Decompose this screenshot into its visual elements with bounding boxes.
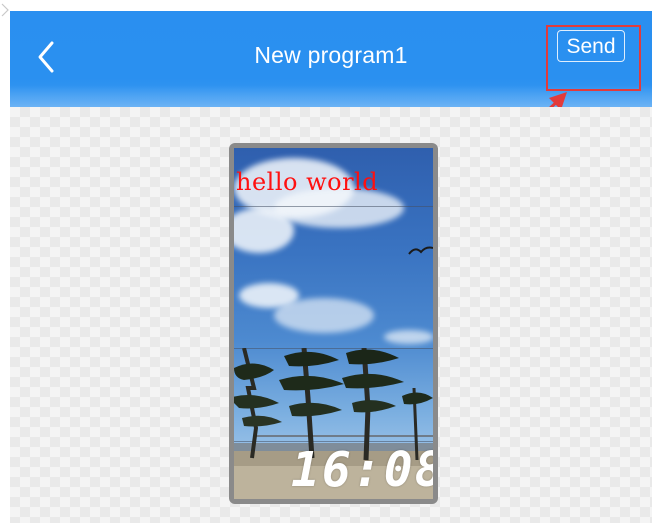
clock-zone[interactable]: 16:08 bbox=[291, 445, 433, 495]
cloud-decoration bbox=[274, 298, 374, 333]
text-zone[interactable]: hello world bbox=[236, 168, 378, 196]
corner-mark-icon bbox=[1, 3, 9, 17]
zone-divider bbox=[234, 206, 433, 207]
send-highlight-box bbox=[546, 25, 641, 91]
preview-screen: hello world 16:08 bbox=[234, 148, 433, 499]
program-preview[interactable]: hello world 16:08 bbox=[229, 143, 438, 504]
program-editor-screen: New program1 Send hello world 16:08 bbox=[0, 0, 652, 523]
cloud-decoration bbox=[384, 330, 433, 344]
bird-icon bbox=[408, 246, 433, 255]
cloud-decoration bbox=[234, 208, 294, 253]
